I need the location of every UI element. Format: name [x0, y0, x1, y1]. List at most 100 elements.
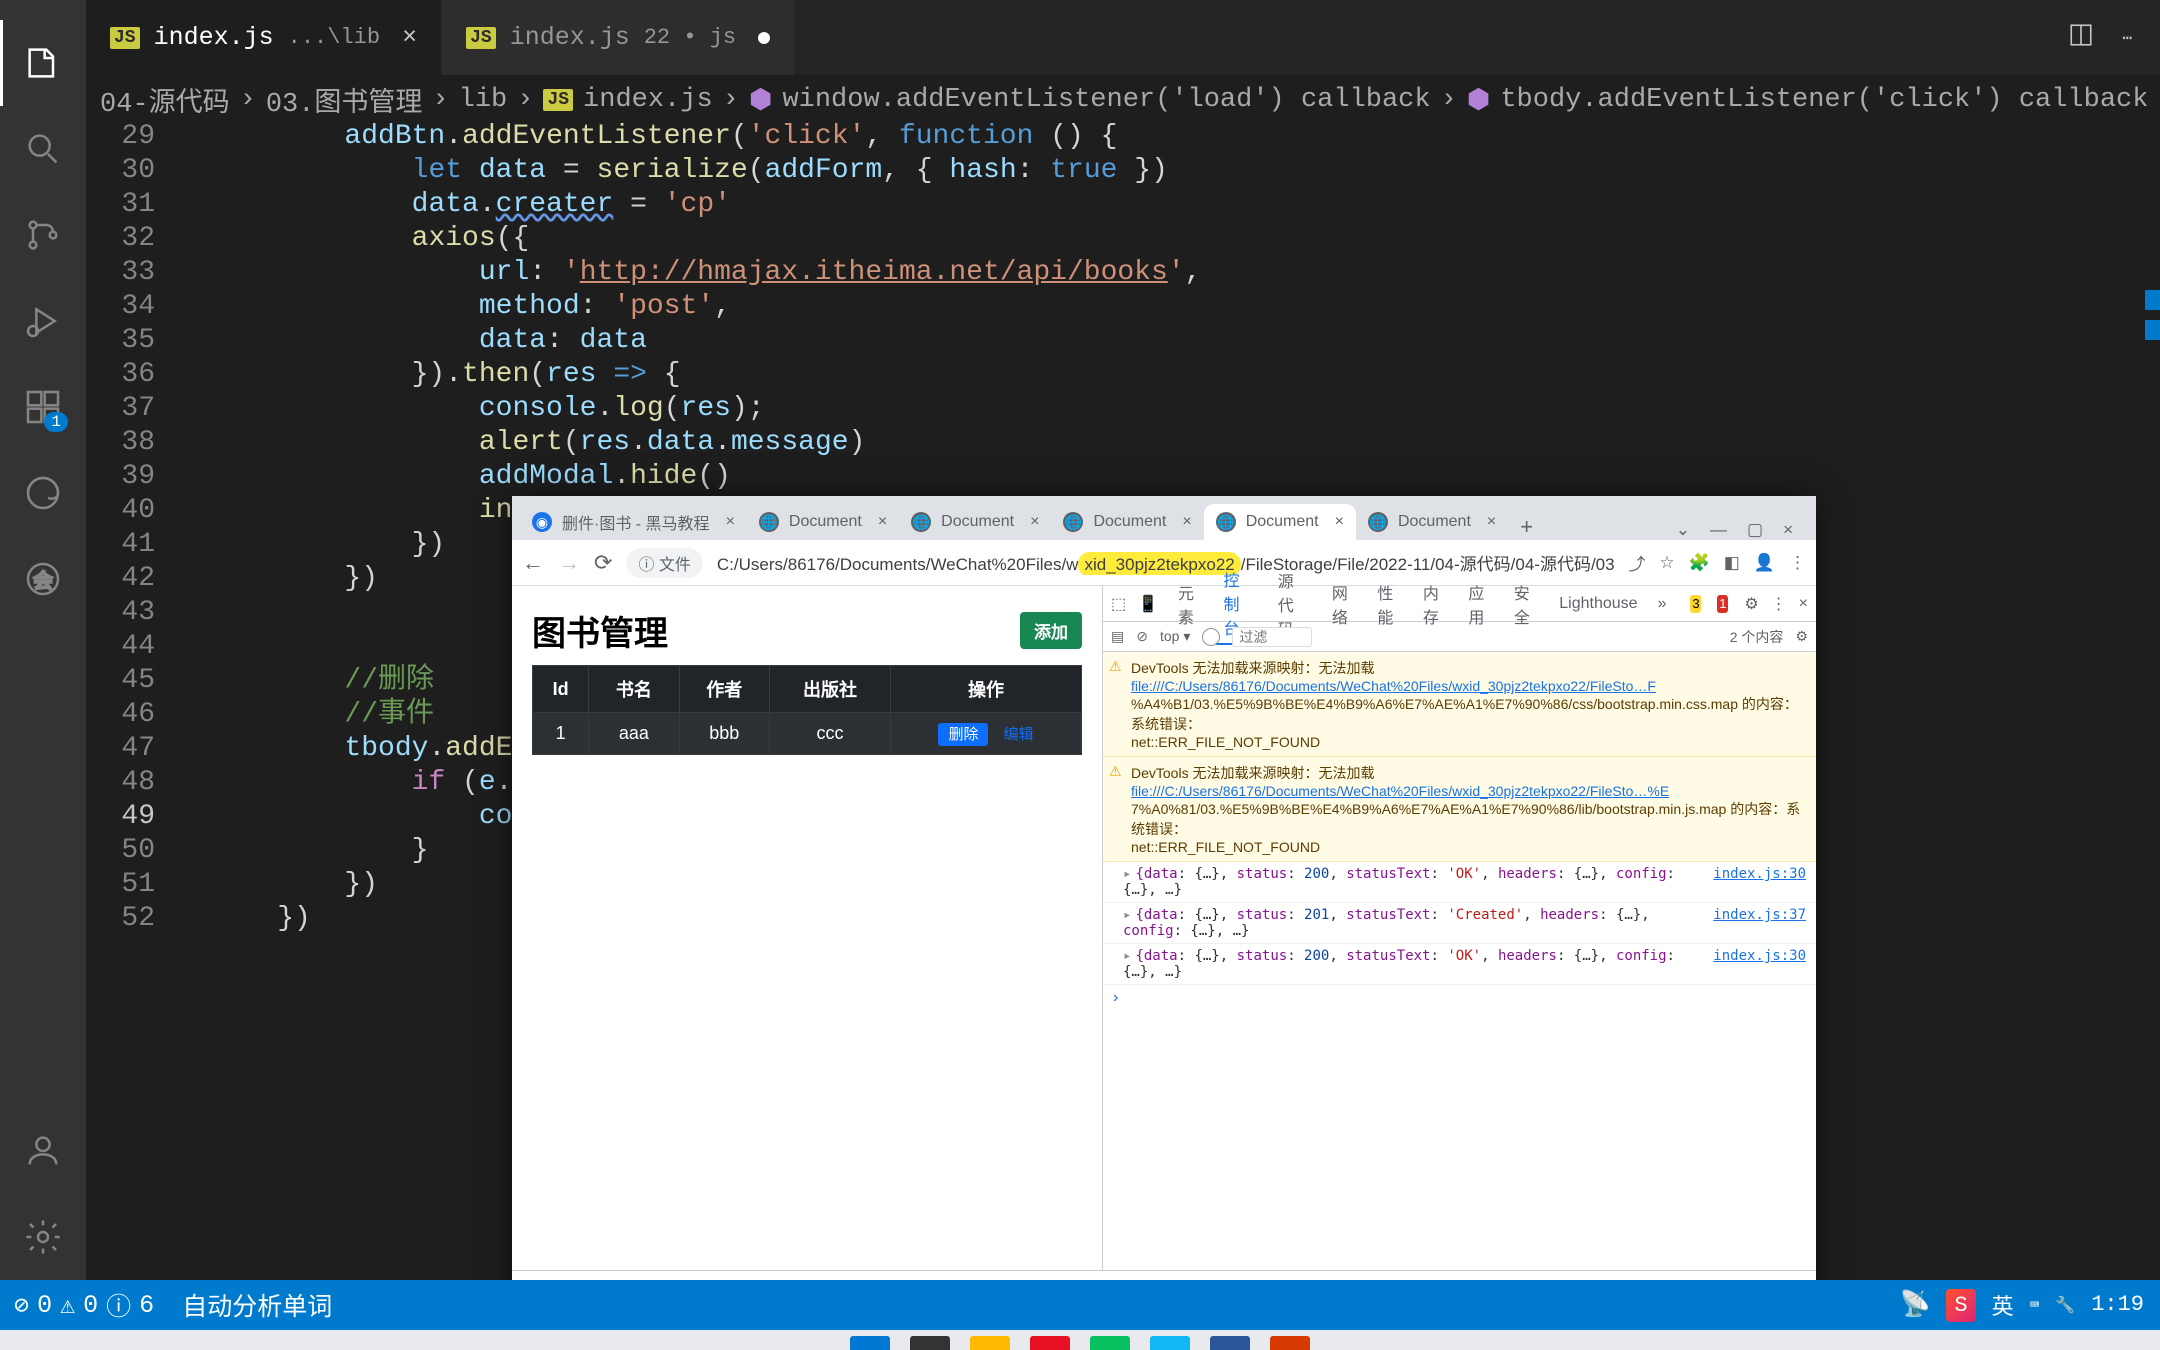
ime-icon[interactable]: S — [1946, 1289, 1975, 1322]
gear-icon[interactable]: ⚙ — [1795, 628, 1808, 645]
breadcrumb-segment[interactable]: index.js — [583, 85, 713, 115]
close-icon[interactable]: × — [1799, 595, 1808, 613]
taskbar-app-icon[interactable] — [970, 1336, 1010, 1350]
analyze-words[interactable]: 自动分析单词 — [168, 1287, 346, 1323]
live-expression-icon[interactable] — [1202, 628, 1220, 646]
overview-ruler[interactable] — [2145, 120, 2160, 920]
console-log-row[interactable]: ▸{data: {…}, status: 200, statusText: 'O… — [1103, 862, 1816, 903]
err-badge[interactable]: 1 — [1717, 595, 1728, 613]
chrome-tab[interactable]: ◉ 删件·图书 - 黑马教程 × — [520, 504, 747, 540]
profile-icon[interactable]: 👤 — [1754, 553, 1775, 573]
debug-icon[interactable] — [0, 278, 86, 364]
log-source-link[interactable]: index.js:37 — [1713, 907, 1806, 939]
chevron-down-icon[interactable]: ⌄ — [1676, 520, 1690, 540]
tab-index-js-lib[interactable]: JS index.js ...\lib × — [86, 0, 442, 75]
search-icon[interactable] — [0, 106, 86, 192]
clear-console-icon[interactable]: ⊘ — [1136, 628, 1148, 645]
warning-link[interactable]: file:///C:/Users/86176/Documents/WeChat%… — [1131, 783, 1669, 799]
log-source-link[interactable]: index.js:30 — [1713, 948, 1806, 980]
taskbar-app-icon[interactable] — [1150, 1336, 1190, 1350]
problems-status[interactable]: ⊘ 0 ⚠ 0 ⓘ 6 — [0, 1287, 168, 1323]
close-icon[interactable]: × — [878, 513, 887, 531]
close-icon[interactable]: × — [726, 513, 735, 531]
taskbar-app-icon[interactable] — [1090, 1336, 1130, 1350]
tab-index-js-22[interactable]: JS index.js 22 • js — [442, 0, 795, 75]
close-icon[interactable]: × — [1182, 513, 1191, 531]
star-icon[interactable]: ☆ — [1659, 553, 1674, 573]
console-log-row[interactable]: ▸{data: {…}, status: 201, statusText: 'C… — [1103, 903, 1816, 944]
extensions-badge: 1 — [44, 412, 68, 432]
system-clock[interactable]: 1:19 — [2091, 1293, 2144, 1317]
taskbar-app-icon[interactable] — [850, 1336, 890, 1350]
chrome-tab-title: Document — [1093, 513, 1166, 531]
address-bar[interactable]: C:/Users/86176/Documents/WeChat%20Files/… — [717, 550, 1614, 575]
new-tab-button[interactable]: + — [1508, 514, 1545, 540]
inspect-icon[interactable]: ⬚ — [1111, 594, 1126, 614]
chrome-tab[interactable]: 🌐 Document × — [1204, 504, 1356, 540]
meeting-icon[interactable]: 会 — [0, 536, 86, 622]
device-icon[interactable]: 📱 — [1138, 594, 1158, 614]
extensions-puzzle-icon[interactable]: 🧩 — [1689, 553, 1710, 573]
close-icon[interactable]: × — [1030, 513, 1039, 531]
chrome-tab-title: Document — [789, 513, 862, 531]
delete-button[interactable]: 删除 — [938, 723, 988, 746]
more-icon[interactable]: ⋮ — [1789, 553, 1806, 573]
gear-icon[interactable] — [0, 1194, 86, 1280]
log-source-link[interactable]: index.js:30 — [1713, 866, 1806, 898]
breadcrumb-segment[interactable]: tbody.addEventListener('click') callback — [1500, 85, 2148, 115]
chrome-tab[interactable]: 🌐 Document × — [1051, 504, 1203, 540]
maximize-icon[interactable]: ▢ — [1747, 520, 1763, 540]
extensions-icon[interactable]: 1 — [0, 364, 86, 450]
filter-input[interactable] — [1232, 627, 1312, 647]
explorer-icon[interactable] — [0, 20, 86, 106]
warning-link[interactable]: file:///C:/Users/86176/Documents/WeChat%… — [1131, 678, 1656, 694]
gear-icon[interactable]: ⚙ — [1744, 594, 1758, 614]
breadcrumb-segment[interactable]: 04-源代码 — [100, 80, 230, 120]
sidepanel-icon[interactable]: ◧ — [1724, 553, 1740, 573]
source-control-icon[interactable] — [0, 192, 86, 278]
console-output[interactable]: DevTools 无法加载来源映射：无法加载 file:///C:/Users/… — [1103, 652, 1816, 1270]
keyboard-icon[interactable]: ⌨ — [2030, 1295, 2040, 1315]
back-button[interactable]: ← — [522, 550, 544, 576]
js-file-icon: JS — [466, 27, 496, 49]
reload-button[interactable]: ⟳ — [594, 550, 612, 576]
chrome-tab[interactable]: 🌐 Document × — [899, 504, 1051, 540]
chrome-tab[interactable]: 🌐 Document × — [1356, 504, 1508, 540]
chrome-tab[interactable]: 🌐 Document × — [747, 504, 899, 540]
taskbar-app-icon[interactable] — [1210, 1336, 1250, 1350]
breadcrumb-segment[interactable]: lib — [459, 85, 508, 115]
warn-badge[interactable]: 3 — [1690, 595, 1701, 613]
omnibox-file-chip[interactable]: ⓘ 文件 — [626, 548, 702, 578]
close-icon[interactable]: × — [1335, 513, 1344, 531]
close-icon[interactable]: × — [402, 23, 417, 52]
more-icon[interactable]: » — [1658, 595, 1667, 613]
console-log-row[interactable]: ▸{data: {…}, status: 200, statusText: 'O… — [1103, 944, 1816, 985]
forward-button[interactable]: → — [558, 550, 580, 576]
more-icon[interactable]: ⋯ — [2122, 28, 2132, 48]
breadcrumb-segment[interactable]: window.addEventListener('load') callback — [782, 85, 1430, 115]
language-indicator[interactable]: 英 — [1992, 1289, 2014, 1321]
edge-icon[interactable] — [0, 450, 86, 536]
share-icon[interactable]: ⤴ — [1628, 550, 1645, 575]
console-prompt[interactable]: › — [1103, 985, 1816, 1011]
taskbar-app-icon[interactable] — [1270, 1336, 1310, 1350]
split-editor-icon[interactable] — [2068, 22, 2094, 53]
dt-tab-lighthouse[interactable]: Lighthouse — [1551, 591, 1645, 617]
tool-icon[interactable]: 🔧 — [2055, 1295, 2075, 1315]
taskbar-app-icon[interactable] — [1030, 1336, 1070, 1350]
breadcrumb-segment[interactable]: 03.图书管理 — [266, 80, 423, 120]
breadcrumb[interactable]: 04-源代码 › 03.图书管理 › lib › JS index.js › ⬢… — [100, 80, 2160, 120]
close-icon[interactable]: × — [1783, 520, 1793, 540]
account-icon[interactable] — [0, 1108, 86, 1194]
context-selector[interactable]: top ▾ — [1160, 628, 1190, 645]
taskbar-app-icon[interactable] — [910, 1336, 950, 1350]
sidebar-toggle-icon[interactable]: ▤ — [1111, 628, 1124, 645]
info-marker[interactable] — [2145, 290, 2160, 310]
more-icon[interactable]: ⋮ — [1771, 594, 1787, 614]
info-marker[interactable] — [2145, 320, 2160, 340]
edit-link[interactable]: 编辑 — [1003, 726, 1033, 743]
close-icon[interactable]: × — [1487, 513, 1496, 531]
add-button[interactable]: 添加 — [1020, 612, 1082, 649]
minimize-icon[interactable]: — — [1710, 520, 1727, 540]
windows-taskbar[interactable] — [0, 1330, 2160, 1350]
